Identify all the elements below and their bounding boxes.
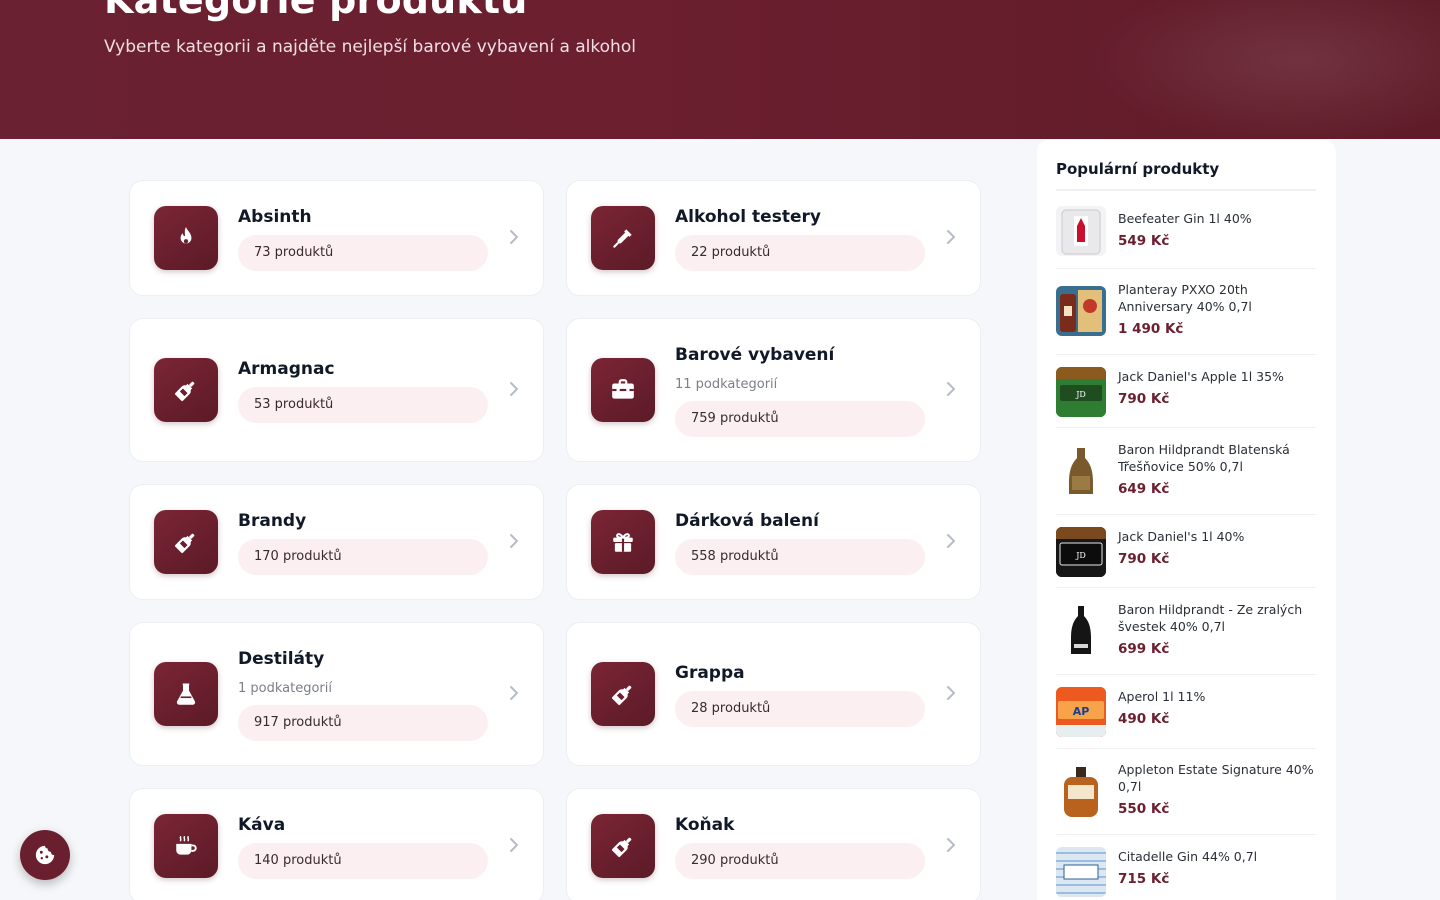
category-name: Koňak xyxy=(675,815,735,835)
product-price: 550 Kč xyxy=(1118,801,1170,817)
chevron-right-icon xyxy=(947,230,955,244)
category-name: Káva xyxy=(238,815,286,835)
hero-banner: Kategorie produktů Vyberte kategorii a n… xyxy=(0,0,1440,139)
category-count-badge: 170 produktů xyxy=(238,539,488,575)
bottle-icon xyxy=(591,662,655,726)
category-count-badge: 558 produktů xyxy=(675,539,925,575)
category-name: Absinth xyxy=(238,207,312,227)
cookie-settings-button[interactable] xyxy=(20,830,70,880)
product-price: 1 490 Kč xyxy=(1118,321,1184,337)
product-price: 649 Kč xyxy=(1118,481,1170,497)
category-card-alkohol-testery[interactable]: Alkohol testery 22 produktů xyxy=(566,180,981,296)
svg-text:AP: AP xyxy=(1073,705,1090,718)
product-price: 490 Kč xyxy=(1118,711,1170,727)
chevron-right-icon xyxy=(510,838,518,852)
category-subcategories: 1 podkategorií xyxy=(238,681,332,696)
bottle-icon xyxy=(154,358,218,422)
category-count-badge: 917 produktů xyxy=(238,705,488,741)
category-card-grappa[interactable]: Grappa 28 produktů xyxy=(566,622,981,766)
chevron-right-icon xyxy=(510,382,518,396)
product-item[interactable]: Baron Hildprandt Blatenská Třešňovice 50… xyxy=(1056,429,1316,515)
popular-products-title: Populární produkty xyxy=(1056,160,1220,178)
category-name: Grappa xyxy=(675,663,745,683)
category-card-kava[interactable]: Káva 140 produktů xyxy=(129,788,544,900)
coffee-icon xyxy=(154,814,218,878)
product-image xyxy=(1056,286,1106,336)
category-count-badge: 28 produktů xyxy=(675,691,925,727)
chevron-right-icon xyxy=(947,838,955,852)
product-name: Beefeater Gin 1l 40% xyxy=(1118,211,1252,226)
chevron-right-icon xyxy=(947,534,955,548)
toolbox-icon xyxy=(591,358,655,422)
gift-icon xyxy=(591,510,655,574)
product-item[interactable]: Planteray PXXO 20th Anniversary 40% 0,7l… xyxy=(1056,270,1316,355)
product-name: Appleton Estate Signature 40% 0,7l xyxy=(1118,762,1314,794)
product-item[interactable]: JD Jack Daniel's 1l 40% 790 Kč xyxy=(1056,516,1316,588)
category-name: Dárková balení xyxy=(675,511,819,531)
category-count-badge: 759 produktů xyxy=(675,401,925,437)
popular-products-panel: Populární produkty Beefeater Gin 1l 40% … xyxy=(1037,140,1336,900)
product-item[interactable]: Beefeater Gin 1l 40% 549 Kč xyxy=(1056,200,1316,269)
category-count-badge: 73 produktů xyxy=(238,235,488,271)
product-name: Aperol 1l 11% xyxy=(1118,689,1206,704)
product-price: 715 Kč xyxy=(1118,871,1170,887)
category-card-barove-vybaveni[interactable]: Barové vybavení 11 podkategorií 759 prod… xyxy=(566,318,981,462)
category-card-destilaty[interactable]: Destiláty 1 podkategorií 917 produktů xyxy=(129,622,544,766)
flask-icon xyxy=(154,662,218,726)
product-item[interactable]: Appleton Estate Signature 40% 0,7l 550 K… xyxy=(1056,750,1316,835)
divider xyxy=(1056,189,1316,191)
page-title: Kategorie produktů xyxy=(104,0,528,22)
category-count-badge: 140 produktů xyxy=(238,843,488,879)
product-name: Baron Hildprandt - Ze zralých švestek 40… xyxy=(1118,602,1303,634)
category-name: Barové vybavení xyxy=(675,345,835,365)
product-item[interactable]: Baron Hildprandt - Ze zralých švestek 40… xyxy=(1056,589,1316,675)
category-card-absinth[interactable]: Absinth 73 produktů xyxy=(129,180,544,296)
bottle-icon xyxy=(154,510,218,574)
category-card-darkova-baleni[interactable]: Dárková balení 558 produktů xyxy=(566,484,981,600)
svg-text:JD: JD xyxy=(1075,390,1086,399)
product-image xyxy=(1056,847,1106,897)
product-image xyxy=(1056,606,1106,656)
category-subcategories: 11 podkategorií xyxy=(675,377,778,392)
category-count-badge: 53 produktů xyxy=(238,387,488,423)
product-image xyxy=(1056,767,1106,817)
category-card-armagnac[interactable]: Armagnac 53 produktů xyxy=(129,318,544,462)
svg-text:JD: JD xyxy=(1075,551,1086,560)
chevron-right-icon xyxy=(510,230,518,244)
product-item[interactable]: Citadelle Gin 44% 0,7l 715 Kč xyxy=(1056,836,1316,900)
product-price: 699 Kč xyxy=(1118,641,1170,657)
product-image: JD xyxy=(1056,527,1106,577)
product-image xyxy=(1056,206,1106,256)
page-subtitle: Vyberte kategorii a najděte nejlepší bar… xyxy=(104,37,636,57)
product-name: Jack Daniel's Apple 1l 35% xyxy=(1118,369,1284,384)
product-price: 790 Kč xyxy=(1118,391,1170,407)
cookie-icon xyxy=(35,845,55,865)
category-count-badge: 22 produktů xyxy=(675,235,925,271)
bottle-icon xyxy=(591,814,655,878)
category-count-badge: 290 produktů xyxy=(675,843,925,879)
category-name: Alkohol testery xyxy=(675,207,821,227)
product-image: AP xyxy=(1056,687,1106,737)
chevron-right-icon xyxy=(510,534,518,548)
category-name: Brandy xyxy=(238,511,307,531)
product-name: Citadelle Gin 44% 0,7l xyxy=(1118,849,1258,864)
chevron-right-icon xyxy=(947,382,955,396)
product-price: 790 Kč xyxy=(1118,551,1170,567)
chevron-right-icon xyxy=(947,686,955,700)
category-name: Destiláty xyxy=(238,649,325,669)
product-price: 549 Kč xyxy=(1118,233,1170,249)
product-name: Planteray PXXO 20th Anniversary 40% 0,7l xyxy=(1118,282,1252,314)
product-image xyxy=(1056,446,1106,496)
category-card-konak[interactable]: Koňak 290 produktů xyxy=(566,788,981,900)
chevron-right-icon xyxy=(510,686,518,700)
category-card-brandy[interactable]: Brandy 170 produktů xyxy=(129,484,544,600)
product-name: Baron Hildprandt Blatenská Třešňovice 50… xyxy=(1118,442,1290,474)
product-name: Jack Daniel's 1l 40% xyxy=(1118,529,1245,544)
product-item[interactable]: AP Aperol 1l 11% 490 Kč xyxy=(1056,676,1316,749)
category-name: Armagnac xyxy=(238,359,335,379)
pipette-icon xyxy=(591,206,655,270)
flame-icon xyxy=(154,206,218,270)
product-image: JD xyxy=(1056,367,1106,417)
product-item[interactable]: JD Jack Daniel's Apple 1l 35% 790 Kč xyxy=(1056,356,1316,428)
